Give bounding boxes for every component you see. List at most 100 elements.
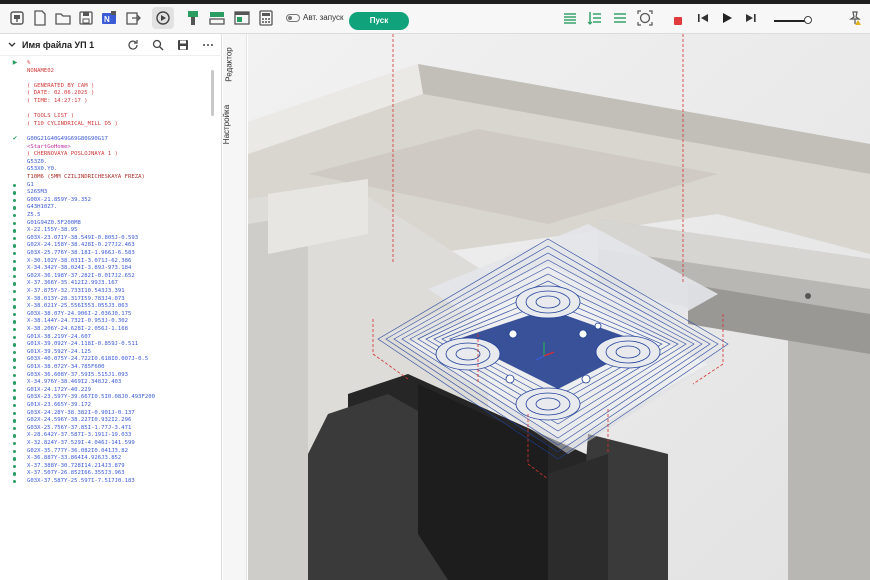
code-line[interactable]: X-38.021Y-25.556I553.055J3.063 bbox=[0, 303, 214, 311]
code-editor[interactable]: ▶% NONAME02 ( GENERATED BY CAM )( DATE: 02… bbox=[0, 60, 214, 580]
tab-settings[interactable]: Настройка bbox=[222, 96, 243, 156]
code-line[interactable]: ( CHERNOVAYA POSLOJNAYA 1 ) bbox=[0, 151, 214, 159]
code-line[interactable]: G01X-39.092Y-24.118I-0.859J-0.511 bbox=[0, 341, 214, 349]
code-line[interactable]: NONAME02 bbox=[0, 68, 214, 76]
code-text: G03X-24.28Y-38.382I-0.901J-0.137 bbox=[27, 409, 135, 416]
calculator-icon[interactable] bbox=[257, 9, 275, 27]
auto-run-toggle[interactable] bbox=[286, 14, 300, 22]
simulate-tool-icon[interactable] bbox=[152, 7, 174, 29]
code-line[interactable]: X-38.206Y-24.628I-2.056J-1.168 bbox=[0, 326, 214, 334]
chevron-down-icon[interactable] bbox=[8, 41, 16, 49]
code-line[interactable]: X-34.976Y-38.469I2.348J2.403 bbox=[0, 379, 214, 387]
code-line[interactable]: G02X-24.596Y-38.227I0.932I2.296 bbox=[0, 417, 214, 425]
code-line[interactable]: S265M3 bbox=[0, 189, 214, 197]
skip-back-icon[interactable] bbox=[694, 9, 712, 27]
code-line[interactable]: ( TIME: 14:27:17 ) bbox=[0, 98, 214, 106]
code-text: G02X-36.198Y-37.282I-0.017J2.652 bbox=[27, 272, 135, 279]
code-line[interactable]: G01X-38.072Y-34.785F600 bbox=[0, 364, 214, 372]
cnc-machine-icon[interactable] bbox=[8, 9, 26, 27]
code-line[interactable]: Z5.5 bbox=[0, 212, 214, 220]
code-line[interactable]: G01X-23.665Y-39.172 bbox=[0, 402, 214, 410]
code-line[interactable]: T10M6 (5MM CZILINDRICHESKAYA FREZA) bbox=[0, 174, 214, 182]
nc-program-icon[interactable]: N bbox=[100, 9, 118, 27]
code-line[interactable]: G00X-21.859Y-39.352 bbox=[0, 197, 214, 205]
code-line[interactable]: G03X-25.776Y-38.18I-1.966J-6.583 bbox=[0, 250, 214, 258]
stop-button[interactable] bbox=[674, 17, 682, 25]
code-line[interactable]: G02X-36.198Y-37.282I-0.017J2.652 bbox=[0, 273, 214, 281]
tab-editor[interactable]: Редактор bbox=[225, 40, 243, 92]
code-line[interactable]: G03X-23.597Y-39.667I0.5I0.08J0.493F200 bbox=[0, 394, 214, 402]
open-folder-icon[interactable] bbox=[54, 9, 72, 27]
code-line[interactable]: G53X0.Y0. bbox=[0, 166, 214, 174]
new-file-icon[interactable] bbox=[31, 9, 49, 27]
code-line[interactable]: X-37.507Y-26.852I66.355J3.963 bbox=[0, 470, 214, 478]
code-line[interactable]: G01X-39.592Y-24.125 bbox=[0, 349, 214, 357]
export-icon[interactable] bbox=[124, 9, 142, 27]
speed-slider-thumb[interactable] bbox=[804, 16, 812, 24]
code-line[interactable]: G01X-24.172Y-40.229 bbox=[0, 387, 214, 395]
stock-icon[interactable] bbox=[208, 9, 226, 27]
code-text: G03X-25.756Y-37.85I-1.77J-3.471 bbox=[27, 424, 132, 431]
play-icon[interactable] bbox=[718, 9, 736, 27]
window-layout-icon[interactable] bbox=[233, 9, 251, 27]
executed-dot-icon bbox=[11, 182, 19, 190]
code-line[interactable]: G03X-40.075Y-24.722I0.618I0.007J-0.5 bbox=[0, 356, 214, 364]
code-text: G01X-38.072Y-34.785F600 bbox=[27, 364, 105, 370]
more-options-icon[interactable] bbox=[202, 39, 214, 51]
code-line[interactable]: X-28.642Y-37.587I-3.191J-19.033 bbox=[0, 432, 214, 440]
code-line[interactable]: ▶% bbox=[0, 60, 214, 68]
code-text: X-38.013Y-28.317I59.783J4.073 bbox=[27, 295, 125, 302]
code-line[interactable]: ✔ G00G21G40G49G69G80G90G17 bbox=[0, 136, 214, 144]
code-line[interactable]: X-38.144Y-24.732I-0.953J-0.302 bbox=[0, 318, 214, 326]
target-focus-icon[interactable] bbox=[636, 9, 654, 27]
code-line[interactable]: X-37.366Y-35.412I2.99J3.167 bbox=[0, 280, 214, 288]
code-line[interactable]: ( DATE: 02.06.2025 ) bbox=[0, 90, 214, 98]
code-line[interactable]: G02X-24.158Y-38.428I-0.277J2.463 bbox=[0, 242, 214, 250]
code-line[interactable]: X-34.342Y-38.024I-3.89J-973.184 bbox=[0, 265, 214, 273]
search-icon[interactable] bbox=[152, 39, 164, 51]
code-line[interactable]: ( TOOLS LIST ) bbox=[0, 113, 214, 121]
code-line[interactable]: G01X-38.219Y-24.607 bbox=[0, 334, 214, 342]
save-file-icon[interactable] bbox=[77, 9, 95, 27]
code-text: G01X-24.172Y-40.229 bbox=[27, 386, 91, 393]
code-line[interactable]: G03X-36.608Y-37.59I5.515J1.093 bbox=[0, 372, 214, 380]
code-line[interactable]: G1 bbox=[0, 182, 214, 190]
code-scrollbar-thumb[interactable] bbox=[211, 70, 214, 116]
pin-warning-icon[interactable] bbox=[846, 9, 864, 27]
3d-simulation-viewport[interactable] bbox=[248, 34, 870, 580]
align-lines-icon[interactable] bbox=[611, 9, 629, 27]
sort-lines-icon[interactable] bbox=[586, 9, 604, 27]
code-line[interactable] bbox=[0, 128, 214, 136]
code-line[interactable]: ( T10 CYLINDRICAL_MILL D5 ) bbox=[0, 121, 214, 129]
code-text: G01X-39.592Y-24.125 bbox=[27, 348, 91, 355]
code-scrollbar-track[interactable] bbox=[210, 60, 215, 580]
run-button[interactable]: Пуск bbox=[349, 12, 409, 30]
code-text: G02X-24.596Y-38.227I0.932I2.296 bbox=[27, 417, 132, 424]
code-line[interactable]: G01G94Z0.5F200M8 bbox=[0, 220, 214, 228]
refresh-icon[interactable] bbox=[127, 39, 139, 51]
code-line[interactable]: G03X-23.071Y-38.549I-0.805J-0.593 bbox=[0, 235, 214, 243]
code-line[interactable]: X-36.887Y-33.864I4.926J3.852 bbox=[0, 455, 214, 463]
code-text: G03X-25.776Y-38.18I-1.966J-6.583 bbox=[27, 250, 135, 256]
code-line[interactable] bbox=[0, 106, 214, 114]
tool-paint-icon[interactable] bbox=[184, 9, 202, 27]
code-line[interactable]: ( GENERATED BY CAM ) bbox=[0, 83, 214, 91]
code-line[interactable]: <StartGoHome> bbox=[0, 144, 214, 152]
code-line[interactable]: X-37.875Y-32.733I10.543J3.391 bbox=[0, 288, 214, 296]
code-line[interactable] bbox=[0, 75, 214, 83]
code-line[interactable]: G02X-35.777Y-36.082I0.041J3.82 bbox=[0, 448, 214, 456]
code-line[interactable]: X-30.102Y-38.031I-3.071J-62.386 bbox=[0, 258, 214, 266]
code-line[interactable]: G53Z0. bbox=[0, 159, 214, 167]
code-line[interactable]: X-22.155Y-38.95 bbox=[0, 227, 214, 235]
code-line[interactable]: G03X-38.07Y-24.906I-2.036J0.175 bbox=[0, 311, 214, 319]
code-line[interactable]: X-38.013Y-28.317I59.783J4.073 bbox=[0, 296, 214, 304]
code-line[interactable]: G03X-24.28Y-38.382I-0.901J-0.137 bbox=[0, 410, 214, 418]
code-line[interactable]: G03X-37.587Y-25.597I-7.517J0.183 bbox=[0, 478, 214, 486]
list-view-icon[interactable] bbox=[561, 9, 579, 27]
save-icon[interactable] bbox=[177, 39, 189, 51]
code-line[interactable]: G03X-25.756Y-37.85I-1.77J-3.471 bbox=[0, 425, 214, 433]
skip-forward-icon[interactable] bbox=[742, 9, 760, 27]
code-line[interactable]: X-32.824Y-37.529I-4.046J-141.599 bbox=[0, 440, 214, 448]
code-line[interactable]: G43H10Z7. bbox=[0, 204, 214, 212]
code-line[interactable]: X-37.388Y-30.728I14.214J3.879 bbox=[0, 463, 214, 471]
